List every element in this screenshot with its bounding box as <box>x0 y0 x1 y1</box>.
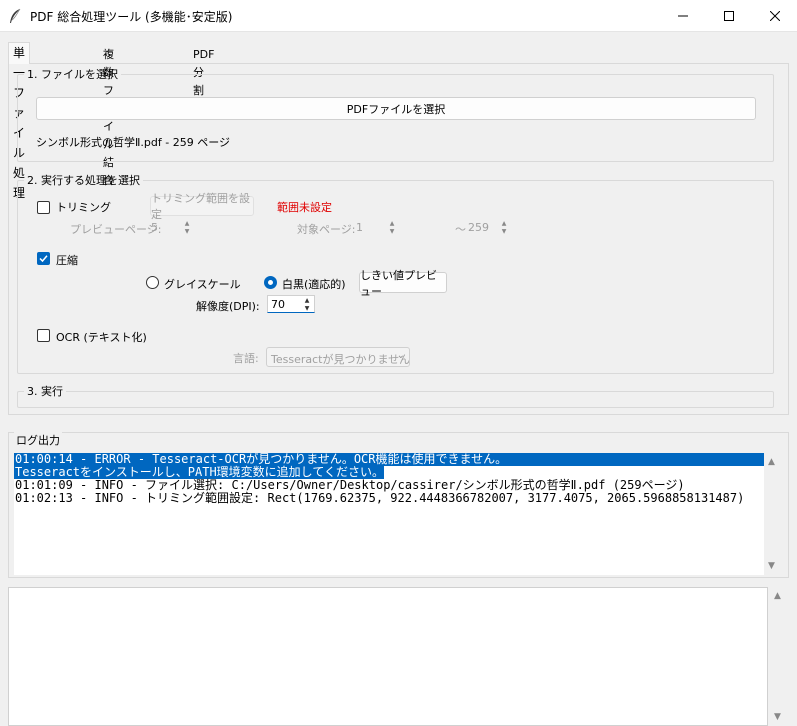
maximize-button[interactable] <box>706 0 752 32</box>
scroll-down-icon[interactable]: ▼ <box>768 561 775 571</box>
minimize-button[interactable] <box>660 0 706 32</box>
window-title: PDF 総合処理ツール (多機能･安定版) <box>30 10 233 24</box>
ocr-label: OCR (テキスト化) <box>56 331 147 344</box>
bottom-scrollbar[interactable]: ▲ ▼ <box>771 587 787 726</box>
log-legend: ログ出力 <box>14 432 62 448</box>
log-output[interactable]: 01:00:14 - ERROR - Tesseract-OCRが見つかりません… <box>14 453 764 575</box>
ocr-language-value: Tesseractが見つかりません <box>271 353 410 366</box>
trim-range-status: 範囲未設定 <box>277 201 332 214</box>
compress-label: 圧縮 <box>56 254 78 267</box>
close-button[interactable] <box>752 0 797 32</box>
bw-adaptive-radio[interactable] <box>264 276 277 289</box>
ocr-checkbox[interactable] <box>37 329 50 342</box>
log-scrollbar[interactable]: ▲ ▼ <box>765 453 781 575</box>
close-icon <box>770 11 780 21</box>
spin-arrows-icon: ▲ ▼ <box>184 220 190 235</box>
file-select-legend: 1. ファイルを選択 <box>27 68 118 81</box>
ocr-language-label: 言語: <box>233 352 259 365</box>
maximize-icon <box>724 11 734 21</box>
dpi-spinbox[interactable]: 70 ▲ ▼ <box>267 295 315 313</box>
scroll-up-icon[interactable]: ▲ <box>768 457 775 467</box>
set-trim-range-button[interactable]: トリミング範囲を設定 <box>150 192 254 221</box>
chevron-down-icon: ⌄ <box>396 350 405 361</box>
dpi-value: 70 <box>271 298 285 311</box>
target-page-from-spinbox[interactable]: 1 ▲ ▼ <box>353 219 399 237</box>
process-legend: 2. 実行する処理を選択 <box>27 174 140 187</box>
selected-file-label: シンボル形式の哲学Ⅱ.pdf - 259 ページ <box>36 136 230 149</box>
run-group: 3. 実行 <box>17 383 774 408</box>
spin-arrows-icon: ▲ ▼ <box>304 297 310 312</box>
spin-arrows-icon: ▲ ▼ <box>389 220 395 235</box>
spin-arrows-icon: ▲ ▼ <box>501 220 507 235</box>
threshold-preview-button[interactable]: しきい値プレビュー <box>359 269 447 298</box>
preview-page-spinbox[interactable]: 5 ▲ ▼ <box>148 219 194 237</box>
log-line[interactable]: 01:02:13 - INFO - トリミング範囲設定: Rect(1769.6… <box>14 492 764 505</box>
bottom-text-area[interactable] <box>8 587 768 726</box>
tab-split-pdf[interactable]: PDF分割 <box>190 46 217 97</box>
target-page-to-spinbox[interactable]: 259 ▲ ▼ <box>465 219 511 237</box>
trim-label: トリミング <box>56 201 111 214</box>
minimize-icon <box>678 15 688 17</box>
ocr-language-select[interactable]: Tesseractが見つかりません ⌄ <box>266 347 410 367</box>
grayscale-radio[interactable] <box>146 276 159 289</box>
target-page-from-value: 1 <box>356 221 363 234</box>
bw-adaptive-label: 白黒(適応的) <box>282 278 346 291</box>
scroll-up-icon[interactable]: ▲ <box>774 591 781 601</box>
target-page-label: 対象ページ: <box>297 223 356 236</box>
feather-icon <box>10 8 21 23</box>
tab-merge-files[interactable]: 複数ファイル結合 <box>100 46 117 187</box>
title-bar: PDF 総合処理ツール (多機能･安定版) <box>0 0 797 32</box>
dpi-label: 解像度(DPI): <box>196 300 260 313</box>
select-pdf-button[interactable]: PDFファイルを選択 <box>36 97 756 120</box>
scroll-down-icon[interactable]: ▼ <box>774 712 781 722</box>
checkmark-icon <box>39 255 48 263</box>
target-page-to-value: 259 <box>468 221 489 234</box>
tab-single-file[interactable]: 単一ファイル処理 <box>8 42 31 200</box>
grayscale-label: グレイスケール <box>164 278 241 291</box>
trim-checkbox[interactable] <box>37 201 50 214</box>
compress-checkbox[interactable] <box>37 252 50 265</box>
run-legend: 3. 実行 <box>27 385 63 398</box>
preview-page-value: 5 <box>151 221 158 234</box>
